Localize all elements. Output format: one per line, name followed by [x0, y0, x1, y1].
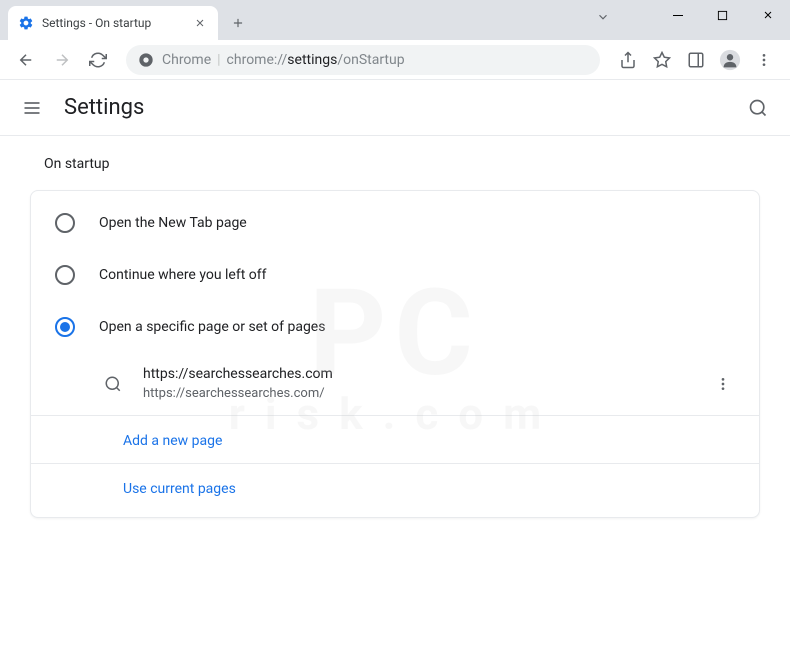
close-window-button[interactable] [745, 0, 790, 30]
option-specific-pages[interactable]: Open a specific page or set of pages [31, 301, 759, 353]
menu-icon[interactable] [748, 44, 780, 76]
radio-icon [55, 213, 75, 233]
option-continue[interactable]: Continue where you left off [31, 249, 759, 301]
profile-icon[interactable] [714, 44, 746, 76]
use-current-pages-row[interactable]: Use current pages [31, 463, 759, 511]
startup-page-item: https://searchessearches.com https://sea… [31, 353, 759, 415]
add-new-page-row[interactable]: Add a new page [31, 415, 759, 463]
titlebar: Settings - On startup [0, 0, 790, 40]
add-new-page-link[interactable]: Add a new page [123, 433, 222, 449]
minimize-button[interactable] [655, 0, 700, 30]
gear-icon [18, 15, 34, 31]
forward-button[interactable] [46, 44, 78, 76]
url-text: Chrome|chrome://settings/onStartup [162, 52, 405, 68]
page-info: https://searchessearches.com https://sea… [143, 365, 711, 403]
search-icon [103, 374, 123, 394]
radio-icon-selected [55, 317, 75, 337]
share-icon[interactable] [612, 44, 644, 76]
radio-label: Continue where you left off [99, 267, 267, 283]
content-area: On startup Open the New Tab page Continu… [0, 136, 790, 538]
radio-icon [55, 265, 75, 285]
tab-title: Settings - On startup [42, 16, 192, 30]
startup-options-card: Open the New Tab page Continue where you… [30, 190, 760, 518]
option-new-tab[interactable]: Open the New Tab page [31, 197, 759, 249]
use-current-pages-link[interactable]: Use current pages [123, 481, 236, 497]
window-controls [655, 0, 790, 30]
radio-label: Open a specific page or set of pages [99, 319, 325, 335]
address-bar[interactable]: Chrome|chrome://settings/onStartup [126, 45, 600, 75]
section-title: On startup [30, 156, 760, 172]
page-entry-title: https://searchessearches.com [143, 365, 711, 385]
maximize-button[interactable] [700, 0, 745, 30]
bookmark-icon[interactable] [646, 44, 678, 76]
side-panel-icon[interactable] [680, 44, 712, 76]
page-item-menu-icon[interactable] [711, 372, 735, 396]
page-entry-url: https://searchessearches.com/ [143, 385, 711, 403]
new-tab-button[interactable] [224, 9, 252, 37]
toolbar: Chrome|chrome://settings/onStartup [0, 40, 790, 80]
settings-header: Settings [0, 80, 790, 136]
radio-label: Open the New Tab page [99, 215, 247, 231]
chevron-down-icon[interactable] [596, 10, 610, 24]
search-icon[interactable] [746, 96, 770, 120]
chrome-icon [138, 52, 154, 68]
back-button[interactable] [10, 44, 42, 76]
reload-button[interactable] [82, 44, 114, 76]
hamburger-menu-icon[interactable] [20, 96, 44, 120]
browser-tab[interactable]: Settings - On startup [8, 6, 218, 40]
close-tab-icon[interactable] [192, 15, 208, 31]
page-title: Settings [64, 95, 746, 120]
